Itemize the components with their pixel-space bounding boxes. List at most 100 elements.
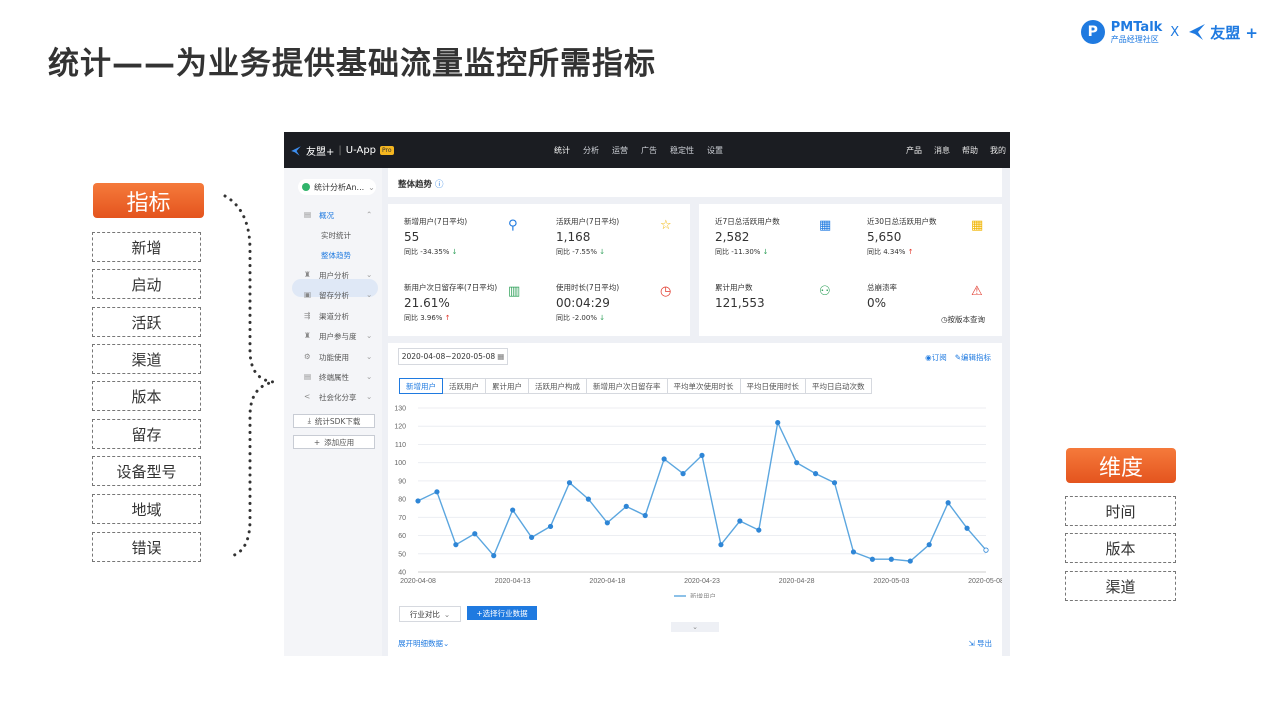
topright-item[interactable]: 帮助 <box>962 145 978 156</box>
data-point[interactable] <box>983 547 989 553</box>
sidebar-item-label: 渠道分析 <box>319 311 349 321</box>
date-range-picker[interactable]: 2020-04-08~2020-05-08 ▦ <box>398 348 508 365</box>
topright-item[interactable]: 产品 <box>906 145 922 156</box>
sidebar-item[interactable]: ⇶ 渠道分析 <box>304 311 349 322</box>
topright-item[interactable]: 我的 <box>990 145 1006 156</box>
sidebar-item[interactable]: ♜ 用户分析 ⌄ <box>304 270 372 281</box>
sidebar-subitem[interactable]: 整体趋势 <box>321 250 351 261</box>
y-tick-label: 120 <box>394 424 406 431</box>
metric-tab[interactable]: 活跃用户构成 <box>528 378 587 394</box>
data-point[interactable] <box>737 518 743 524</box>
sidebar-item[interactable]: < 社会化分享 ⌄ <box>304 392 372 403</box>
data-point[interactable] <box>623 503 629 510</box>
data-point[interactable] <box>510 507 516 513</box>
retention-chart-icon: ▥ <box>508 284 521 299</box>
metric-tab[interactable]: 平均日启动次数 <box>805 378 872 394</box>
data-point[interactable] <box>472 531 478 537</box>
topnav-item[interactable]: 运营 <box>612 145 628 156</box>
subscribe-link[interactable]: ◉订阅 <box>925 352 947 363</box>
export-link[interactable]: ⇲ 导出 <box>968 638 992 649</box>
data-point[interactable] <box>661 456 667 462</box>
data-point[interactable] <box>718 542 724 548</box>
data-point[interactable] <box>794 460 800 466</box>
metric-tab[interactable]: 平均单次使用时长 <box>666 378 741 394</box>
data-point[interactable] <box>945 500 951 506</box>
stat-value: 21.61% <box>404 296 450 310</box>
x-tick-label: 2020-05-08 <box>968 578 1002 585</box>
topnav-item[interactable]: 统计 <box>554 145 570 156</box>
stat-value: 00:04:29 <box>556 296 610 310</box>
data-point[interactable] <box>547 523 554 530</box>
select-industry-button[interactable]: +选择行业数据 <box>467 606 537 620</box>
sdk-download-button[interactable]: ⤓ 统计SDK下载 <box>293 414 375 428</box>
data-point[interactable] <box>680 471 686 477</box>
chevron-down-icon: ⌄ <box>366 270 373 279</box>
data-point[interactable] <box>566 480 573 486</box>
stat-card: 新用户次日留存率(7日平均) 21.61% 同比 3.96% ↑ <box>404 282 497 323</box>
industry-compare-label: 行业对比 <box>409 609 440 619</box>
data-point[interactable] <box>964 525 970 531</box>
topnav-item[interactable]: 广告 <box>641 145 657 156</box>
expand-details-link[interactable]: 展开明细数据⌄ <box>398 638 449 649</box>
breadcrumb-label: 整体趋势 <box>398 180 433 190</box>
slide-title: 统计——为业务提供基础流量监控所需指标 <box>48 46 656 82</box>
metric-tab[interactable]: 平均日使用时长 <box>739 378 806 394</box>
data-point[interactable] <box>812 471 819 477</box>
sidebar-item-label: 功能使用 <box>319 352 349 362</box>
metric-tab[interactable]: 新增用户次日留存率 <box>586 378 668 394</box>
data-point[interactable] <box>529 534 535 540</box>
data-point[interactable] <box>869 556 875 562</box>
data-point[interactable] <box>888 556 894 562</box>
data-point[interactable] <box>585 496 591 502</box>
add-app-button[interactable]: + 添加应用 <box>293 435 375 449</box>
topnav-item[interactable]: 分析 <box>583 145 599 156</box>
sidebar-item-label: 用户参与度 <box>319 332 357 342</box>
data-point[interactable] <box>491 553 497 559</box>
data-point[interactable] <box>775 419 781 426</box>
data-point[interactable] <box>642 512 648 519</box>
industry-compare-select[interactable]: 行业对比 ⌄ <box>399 606 461 622</box>
data-point[interactable] <box>831 480 838 486</box>
app-selector-label: 统计分析An... <box>314 182 365 192</box>
legend-label[interactable]: 新增用户 <box>690 592 716 599</box>
collapse-toggle[interactable]: ⌄ <box>671 622 719 632</box>
android-icon <box>302 183 310 191</box>
edit-metric-link[interactable]: ✎编辑指标 <box>955 352 991 363</box>
metric-tab[interactable]: 累计用户 <box>485 378 529 394</box>
data-point[interactable] <box>453 542 459 548</box>
stat-card: 近7日总活跃用户数 2,582 同比 -11.30% ↓ <box>715 216 780 257</box>
help-icon[interactable]: ⓘ <box>435 180 444 190</box>
data-point[interactable] <box>756 527 762 533</box>
metric-tab[interactable]: 活跃用户 <box>442 378 486 394</box>
sidebar-item[interactable]: ▣ 留存分析 ⌄ <box>304 290 372 301</box>
data-point[interactable] <box>907 558 913 564</box>
stat-value: 55 <box>404 230 420 244</box>
data-point[interactable] <box>415 498 421 504</box>
data-point[interactable] <box>850 549 857 555</box>
topnav-item[interactable]: 稳定性 <box>670 145 694 156</box>
data-point[interactable] <box>434 489 440 495</box>
sidebar-item[interactable]: ▤ 终端属性 ⌄ <box>304 372 372 383</box>
y-tick-label: 70 <box>398 515 406 522</box>
sidebar-item[interactable]: ♜ 用户参与度 ⌄ <box>304 331 372 342</box>
data-point[interactable] <box>604 520 610 526</box>
pro-badge: Pro <box>380 146 394 155</box>
app-logo[interactable]: 友盟+ | U-App Pro <box>290 143 394 158</box>
data-point[interactable] <box>699 452 705 458</box>
data-point[interactable] <box>926 542 932 548</box>
topright-item[interactable]: 消息 <box>934 145 950 156</box>
metric-tab[interactable]: 新增用户 <box>399 378 443 394</box>
subscribe-label: 订阅 <box>931 353 947 362</box>
chevron-down-icon: ⌄ <box>366 351 373 361</box>
top-right-menu: 产品 消息 帮助 我的 <box>906 145 1006 156</box>
metrics-badge: 指标 <box>93 183 204 218</box>
chevron-down-icon: ⌄ <box>366 331 373 341</box>
sidebar-item-overview[interactable]: ▤ 概况 ⌃ <box>304 210 372 221</box>
sidebar-subitem[interactable]: 实时统计 <box>321 230 351 241</box>
version-query-link[interactable]: ◷按版本查询 <box>941 314 991 325</box>
sidebar-item[interactable]: ⚙ 功能使用 ⌄ <box>304 352 372 363</box>
version-query-label: 按版本查询 <box>947 315 986 324</box>
app-selector[interactable]: 统计分析An... ⌄ <box>298 179 376 195</box>
topnav-item[interactable]: 设置 <box>707 145 723 156</box>
stat-label: 新增用户(7日平均) <box>404 217 468 226</box>
